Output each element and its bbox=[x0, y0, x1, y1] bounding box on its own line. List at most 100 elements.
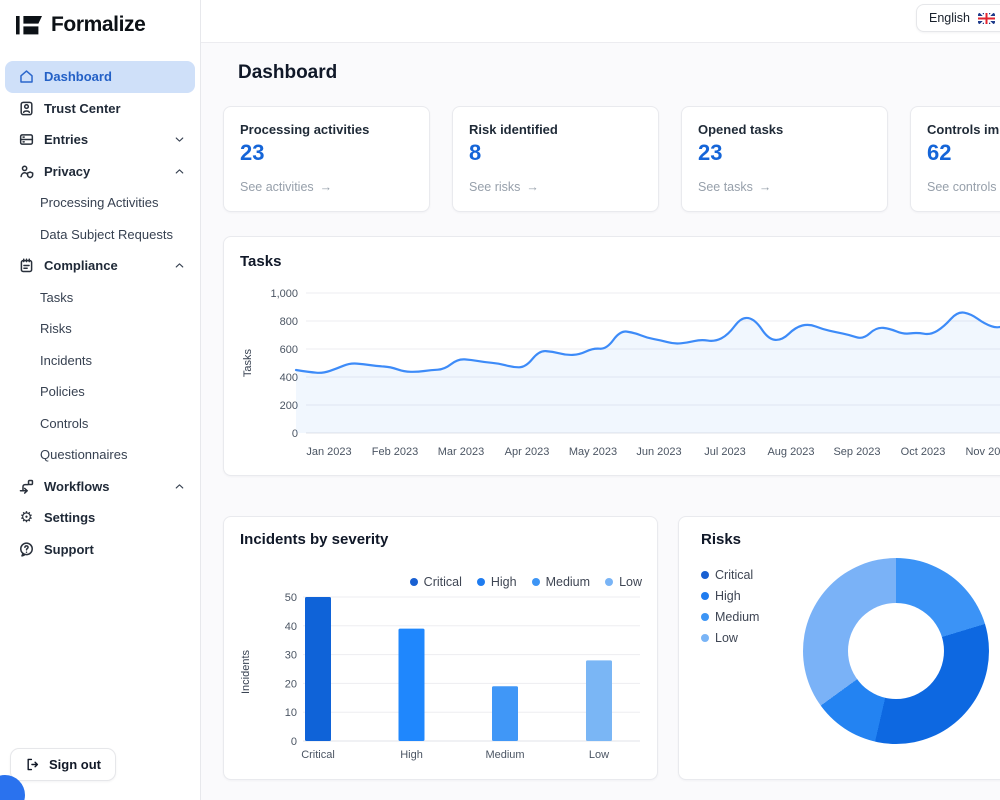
svg-text:Sep 2023: Sep 2023 bbox=[833, 446, 880, 458]
svg-text:Jul 2023: Jul 2023 bbox=[704, 446, 746, 458]
stat-card-title: Risk identified bbox=[469, 122, 642, 137]
svg-text:20: 20 bbox=[285, 678, 297, 690]
sidebar-item-entries[interactable]: Entries bbox=[5, 124, 195, 156]
sidebar-item-label: Support bbox=[44, 542, 186, 557]
svg-text:Jun 2023: Jun 2023 bbox=[636, 446, 681, 458]
svg-text:May 2023: May 2023 bbox=[569, 446, 617, 458]
stat-link-label: See controls bbox=[927, 180, 996, 194]
sidebar-item-dashboard[interactable]: Dashboard bbox=[5, 61, 195, 93]
chevron-up-icon bbox=[173, 259, 186, 272]
stat-card-risk-identified: Risk identified 8 See risks → bbox=[452, 106, 659, 212]
sidebar-subitem-controls[interactable]: Controls bbox=[0, 408, 200, 440]
language-label: English bbox=[929, 11, 970, 25]
svg-text:Tasks: Tasks bbox=[242, 348, 254, 377]
legend-item-medium[interactable]: Medium bbox=[701, 610, 759, 624]
svg-text:200: 200 bbox=[280, 400, 298, 412]
uk-flag-icon bbox=[978, 13, 995, 24]
stat-card-value: 62 bbox=[927, 140, 1000, 166]
sidebar-subitem-questionnaires[interactable]: Questionnaires bbox=[0, 439, 200, 471]
stat-card-link[interactable]: See risks → bbox=[469, 180, 642, 194]
help-icon bbox=[18, 541, 35, 558]
sidebar-item-label: Privacy bbox=[44, 164, 173, 179]
home-icon bbox=[18, 68, 35, 85]
sign-out-button[interactable]: Sign out bbox=[10, 748, 116, 781]
svg-text:600: 600 bbox=[280, 344, 298, 356]
stat-card-processing-activities: Processing activities 23 See activities→ bbox=[223, 106, 430, 212]
bar-medium bbox=[492, 686, 518, 741]
svg-text:10: 10 bbox=[285, 707, 297, 719]
svg-text:40: 40 bbox=[285, 621, 297, 633]
sidebar-item-support[interactable]: Support bbox=[5, 534, 195, 566]
legend-label: Medium bbox=[715, 610, 759, 624]
svg-text:30: 30 bbox=[285, 650, 297, 662]
stat-cards-row: Processing activities 23 See activities→ Ri… bbox=[223, 106, 1000, 212]
entries-icon bbox=[18, 131, 35, 148]
donut-hole bbox=[848, 603, 944, 699]
id-badge-icon bbox=[18, 100, 35, 117]
legend-item-high[interactable]: High bbox=[701, 589, 759, 603]
svg-text:Aug 2023: Aug 2023 bbox=[767, 446, 814, 458]
formalize-logo-icon bbox=[16, 15, 42, 36]
sidebar-subitem-tasks[interactable]: Tasks bbox=[0, 282, 200, 314]
arrow-right-icon: → bbox=[320, 180, 333, 194]
stat-card-value: 8 bbox=[469, 140, 642, 166]
stat-card-title: Processing activities bbox=[240, 122, 413, 137]
brand-logo[interactable]: Formalize bbox=[0, 0, 200, 37]
sidebar: Formalize Dashboard Trust CenterEntries Pr… bbox=[0, 0, 201, 800]
chevron-up-icon bbox=[173, 480, 186, 493]
sidebar-item-workflows[interactable]: Workflows bbox=[5, 471, 195, 503]
chevron-down-icon bbox=[173, 133, 186, 146]
legend-item-critical[interactable]: Critical bbox=[701, 568, 759, 582]
stat-link-label: See risks bbox=[469, 180, 520, 194]
topbar: English bbox=[201, 0, 1000, 43]
legend-item-low[interactable]: Low bbox=[701, 631, 759, 645]
incidents-chart-title: Incidents by severity bbox=[240, 531, 641, 548]
svg-text:Feb 2023: Feb 2023 bbox=[372, 446, 418, 458]
stat-card-link[interactable]: See activities→ bbox=[240, 180, 413, 194]
workflow-icon bbox=[18, 478, 35, 495]
risks-chart-title: Risks bbox=[701, 531, 1000, 548]
sidebar-subitem-processing-activities[interactable]: Processing Activities bbox=[0, 187, 200, 219]
stat-card-value: 23 bbox=[240, 140, 413, 166]
stat-card-title: Controls implemented bbox=[927, 122, 1000, 137]
legend-label: Critical bbox=[715, 568, 753, 582]
app-root: Formalize Dashboard Trust CenterEntries Pr… bbox=[0, 0, 1000, 800]
svg-text:Oct 2023: Oct 2023 bbox=[901, 446, 946, 458]
bar-critical bbox=[305, 597, 331, 741]
brand-name: Formalize bbox=[51, 13, 145, 37]
svg-text:50: 50 bbox=[285, 592, 297, 604]
svg-text:0: 0 bbox=[291, 736, 297, 748]
sidebar-item-settings[interactable]: ⚙Settings bbox=[5, 502, 195, 534]
svg-text:400: 400 bbox=[280, 372, 298, 384]
bar-high bbox=[399, 629, 425, 741]
sidebar-item-trust-center[interactable]: Trust Center bbox=[5, 93, 195, 125]
legend-dot bbox=[701, 571, 709, 579]
sidebar-subitem-policies[interactable]: Policies bbox=[0, 376, 200, 408]
risks-donut-chart bbox=[803, 558, 989, 744]
svg-text:Mar 2023: Mar 2023 bbox=[438, 446, 484, 458]
sidebar-subitem-risks[interactable]: Risks bbox=[0, 313, 200, 345]
stat-card-link[interactable]: See controls→ bbox=[927, 180, 1000, 194]
stat-card-link[interactable]: See tasks→ bbox=[698, 180, 871, 194]
chevron-up-icon bbox=[173, 165, 186, 178]
arrow-right-icon: → bbox=[526, 180, 539, 194]
svg-text:Critical: Critical bbox=[301, 749, 335, 761]
page-title: Dashboard bbox=[238, 62, 337, 84]
svg-text:1,000: 1,000 bbox=[270, 288, 298, 300]
language-selector[interactable]: English bbox=[916, 4, 1000, 32]
sidebar-item-privacy[interactable]: Privacy bbox=[5, 156, 195, 188]
sidebar-item-label: Dashboard bbox=[44, 69, 186, 84]
stat-card-controls-implemented: Controls implemented 62 See controls→ bbox=[910, 106, 1000, 212]
sidebar-subitem-data-subject-requests[interactable]: Data Subject Requests bbox=[0, 219, 200, 251]
legend-dot bbox=[701, 634, 709, 642]
sidebar-item-compliance[interactable]: Compliance bbox=[5, 250, 195, 282]
legend-label: High bbox=[715, 589, 741, 603]
tasks-chart-card: Tasks 02004006008001,000Jan 2023Feb 2023… bbox=[223, 236, 1000, 476]
sidebar-subitem-incidents[interactable]: Incidents bbox=[0, 345, 200, 377]
svg-text:Jan 2023: Jan 2023 bbox=[306, 446, 351, 458]
svg-text:High: High bbox=[400, 749, 423, 761]
sidebar-item-label: Workflows bbox=[44, 479, 173, 494]
svg-text:Medium: Medium bbox=[485, 749, 524, 761]
gear-icon: ⚙ bbox=[18, 509, 35, 526]
clipboard-icon bbox=[18, 257, 35, 274]
